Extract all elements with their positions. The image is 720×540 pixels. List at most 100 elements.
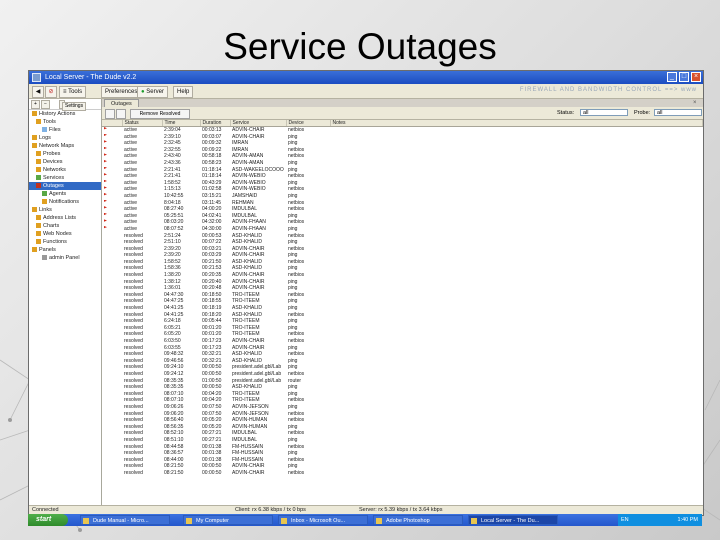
table-row[interactable]: resolved 08:44:00 00:01:38 FM-HUSSAIN netbio… [102, 457, 703, 464]
taskbar-task[interactable]: Local Server - The Du... [468, 515, 558, 525]
table-row[interactable]: resolved 04:41:25 00:18:19 ASD-KHALID ping [102, 305, 703, 312]
sidebar-item[interactable]: Functions [29, 238, 101, 246]
table-row[interactable]: active 2:32:55 00:09:22 IMRAN netbios [102, 146, 703, 154]
sidebar-item[interactable]: Notifications [29, 198, 101, 206]
sidebar-item[interactable]: Logs [29, 134, 101, 142]
table-row[interactable]: resolved 08:07:10 00:04:20 TRO-ITEEM ping [102, 391, 703, 398]
table-row[interactable]: resolved 2:51:24 00:00:53 ASD-KHALID netbios [102, 233, 703, 240]
help-button[interactable]: Help [173, 86, 194, 98]
table-row[interactable]: active 08:07:52 04:30:00 ADVIN-FHAAN ping [102, 225, 703, 233]
table-row[interactable]: resolved 2:39:20 00:03:29 ADVIN-CHAIR ping [102, 252, 703, 259]
cell-duration: 00:00:50 [202, 370, 222, 377]
sidebar-remove-button[interactable]: − [41, 100, 50, 109]
table-row[interactable]: active 2:32:45 00:09:32 IMRAN ping [102, 140, 703, 147]
table-row[interactable]: resolved 1:58:36 00:21:53 ASD-KHALID ping [102, 265, 703, 272]
maximize-button[interactable]: □ [679, 72, 689, 82]
sidebar-item[interactable]: Probes [29, 150, 101, 158]
sidebar-item[interactable]: Agents [29, 190, 101, 198]
sidebar-item[interactable]: History Actions [29, 110, 101, 118]
taskbar-task[interactable]: Adobe Photoshop [373, 515, 463, 525]
start-button[interactable]: start [28, 514, 68, 526]
sidebar-item[interactable]: Services [29, 174, 101, 182]
minimize-button[interactable]: _ [667, 72, 677, 82]
table-row[interactable]: resolved 08:21:50 00:00:50 ADVIN-CHAIR netbi… [102, 470, 703, 477]
table-row[interactable]: resolved 04:47:25 00:18:55 TRO-ITEEM ping [102, 298, 703, 305]
table-row[interactable]: active 1:58:52 00:43:29 ADVIN-WEBIO ping [102, 179, 703, 187]
table-row[interactable]: resolved 04:41:25 00:18:20 ASD-KHALID netbio… [102, 312, 703, 319]
sidebar-item[interactable]: Tools [29, 118, 101, 126]
taskbar-task[interactable]: Dude Manual - Micro... [80, 515, 170, 525]
table-row[interactable]: resolved 08:35:35 01:00:50 president.adel.g… [102, 378, 703, 385]
table-row[interactable]: resolved 1:36:01 00:20:48 ADVIN-CHAIR ping [102, 285, 703, 292]
table-row[interactable]: resolved 1:38:20 00:20:35 ADVIN-CHAIR netbio… [102, 272, 703, 279]
preferences-button[interactable]: Preferences [101, 86, 142, 98]
table-row[interactable]: resolved 09:46:56 00:32:21 ASD-KHALID ping [102, 358, 703, 365]
table-row[interactable]: resolved 6:05:20 00:01:20 TRO-ITEEM netbios [102, 331, 703, 338]
table-row[interactable]: resolved 08:35:35 00:00:50 ASD-KHALID ping [102, 384, 703, 391]
sidebar-item[interactable]: Address Lists [29, 214, 101, 222]
table-row[interactable]: active 08:27:40 04:00:20 IMDULBAL netbios [102, 206, 703, 213]
table-row[interactable]: resolved 08:21:50 00:00:50 ADVIN-CHAIR ping [102, 463, 703, 470]
settings-button[interactable]: Settings [59, 100, 87, 111]
table-row[interactable]: resolved 08:56:40 00:05:20 ADVIN-HUMAN netbi… [102, 417, 703, 424]
cell-status: active [124, 225, 138, 232]
probe-select[interactable]: all [654, 109, 702, 116]
table-row[interactable]: resolved 09:24:10 00:00:50 president.adel.g… [102, 364, 703, 371]
close-tab-icon[interactable]: × [693, 100, 699, 106]
table-row[interactable]: resolved 09:06:20 00:07:50 ADVIN-JEFSON netb… [102, 411, 703, 418]
table-row[interactable]: resolved 6:05:21 00:01:20 TRO-ITEEM ping [102, 325, 703, 332]
filter-icon[interactable] [105, 109, 115, 119]
back-arrow-icon[interactable]: ◀ [32, 86, 44, 98]
sidebar-item[interactable]: Links [29, 206, 101, 214]
sidebar-item[interactable]: Devices [29, 158, 101, 166]
remove-resolved-button[interactable]: Remove Resolved [130, 109, 190, 119]
table-row[interactable]: resolved 6:24:18 00:05:44 TRO-ITEEM ping [102, 318, 703, 325]
sidebar-item[interactable]: Networks [29, 166, 101, 174]
table-row[interactable]: resolved 09:48:32 00:32:21 ASD-KHALID netbio… [102, 351, 703, 358]
sidebar-item[interactable]: Web Nodes [29, 230, 101, 238]
table-row[interactable]: active 8:04:18 03:11:45 REHMAN netbios [102, 199, 703, 207]
table-row[interactable]: active 2:43:40 00:58:18 ADVIN-AMAN netbios [102, 153, 703, 160]
table-row[interactable]: active 1:15:13 01:02:58 ADVIN-WEBIO netbios [102, 186, 703, 193]
table-row[interactable]: active 08:03:20 04:32:00 ADVIN-FHAAN netbios [102, 219, 703, 226]
table-row[interactable]: active 2:21:41 01:18:14 ASD-WAKEELOCOOO ping [102, 166, 703, 174]
table-row[interactable]: resolved 08:07:10 00:04:20 TRO-ITEEM netbios [102, 397, 703, 404]
server-button[interactable]: ● Server [137, 86, 168, 98]
sidebar-item[interactable]: Network Maps [29, 142, 101, 150]
table-row[interactable]: resolved 1:58:52 00:21:50 ASD-KHALID netbios [102, 259, 703, 266]
table-row[interactable]: resolved 08:52:10 00:27:21 IMDULBAL netbios [102, 430, 703, 437]
table-row[interactable]: resolved 2:51:10 00:07:22 ASD-KHALID ping [102, 239, 703, 246]
binoculars-icon[interactable] [116, 109, 126, 119]
table-row[interactable]: resolved 04:47:30 00:18:50 TRO-ITEEM netbios [102, 292, 703, 299]
tools-button[interactable]: ≡ Tools [59, 86, 87, 98]
taskbar-task[interactable]: My Computer [183, 515, 273, 525]
language-indicator[interactable]: EN [621, 514, 629, 526]
sidebar-item[interactable]: admin Panel [29, 254, 101, 262]
sidebar-item[interactable]: Panels [29, 246, 101, 254]
table-row[interactable]: resolved 09:24:12 00:00:50 president.adel.g… [102, 371, 703, 378]
close-button[interactable]: × [691, 72, 701, 82]
table-row[interactable]: resolved 08:51:10 00:27:21 IMDULBAL ping [102, 437, 703, 444]
sidebar-item[interactable]: Charts [29, 222, 101, 230]
table-row[interactable]: resolved 08:56:35 00:05:20 ADVIN-HUMAN ping [102, 424, 703, 431]
table-row[interactable]: resolved 08:44:58 00:01:38 FM-HUSSAIN netbio… [102, 444, 703, 451]
sidebar-item[interactable]: Outages [29, 182, 101, 190]
table-row[interactable]: resolved 6:03:55 00:17:23 ADVIN-CHAIR ping [102, 345, 703, 352]
table-row[interactable]: active 2:39:10 00:03:07 ADVIN-CHAIR ping [102, 133, 703, 141]
sidebar-item[interactable]: Files [29, 126, 101, 134]
table-row[interactable]: resolved 1:38:12 00:20:40 ADVIN-CHAIR ping [102, 279, 703, 286]
table-row[interactable]: resolved 2:39:20 00:03:21 ADVIN-CHAIR netbio… [102, 246, 703, 253]
table-row[interactable]: active 05:25:51 04:02:41 IMDULBAL ping [102, 212, 703, 220]
sidebar-item-label: Agents [49, 191, 67, 197]
table-row[interactable]: resolved 09:06:26 00:07:50 ADVIN-JEFSON ping [102, 404, 703, 411]
stop-icon[interactable]: ⊘ [45, 86, 57, 98]
table-row[interactable]: active 2:43:36 00:58:23 ADVIN-AMAN ping [102, 159, 703, 167]
table-row[interactable]: resolved 6:03:50 00:17:23 ADVIN-CHAIR netbio… [102, 338, 703, 345]
table-row[interactable]: active 10:42:55 03:15:21 JAMSHAID ping [102, 192, 703, 200]
table-row[interactable]: active 2:39:04 00:03:13 ADVIN-CHAIR netbios [102, 127, 703, 134]
status-select[interactable]: all [580, 109, 628, 116]
sidebar-add-button[interactable]: + [31, 100, 40, 109]
table-row[interactable]: active 2:21:41 01:18:14 ADVIN-WEBIO netbios [102, 173, 703, 180]
taskbar-task[interactable]: Inbox - Microsoft Ou... [278, 515, 368, 525]
table-row[interactable]: resolved 08:36:57 00:01:38 FM-HUSSAIN ping [102, 450, 703, 457]
